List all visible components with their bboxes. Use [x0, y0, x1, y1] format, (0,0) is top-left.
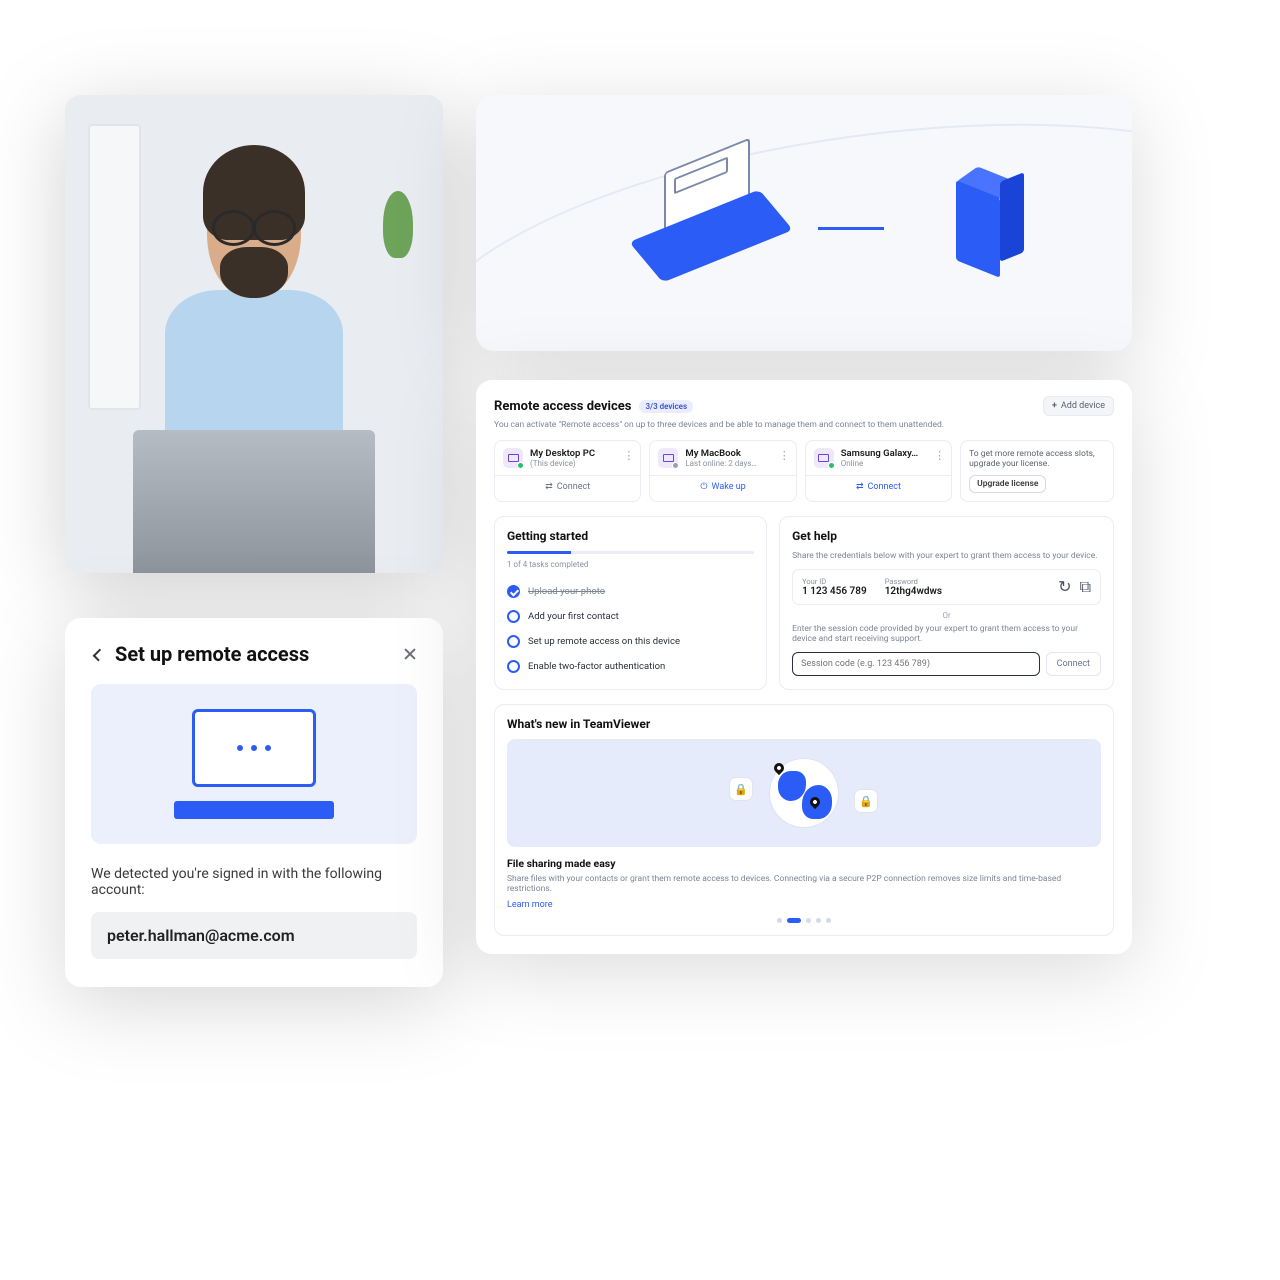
- connect-button[interactable]: Connect: [1046, 652, 1101, 676]
- wake-up-button[interactable]: ⏻ Wake up: [650, 475, 795, 498]
- upgrade-upsell: To get more remote access slots, upgrade…: [960, 440, 1114, 502]
- lock-chip-icon: 🔒: [854, 789, 878, 813]
- circle-icon: [507, 610, 520, 623]
- detected-account-text: We detected you're signed in with the fo…: [91, 866, 417, 898]
- laptop-illustration: [91, 684, 417, 844]
- device-card: My MacBook Last online: 2 days… ⋮ ⏻ Wake…: [649, 440, 796, 502]
- dashboard-panel: Remote access devices 3/3 devices + Add …: [476, 380, 1132, 954]
- close-icon[interactable]: [403, 647, 417, 661]
- more-icon[interactable]: ⋮: [934, 449, 945, 462]
- laptop-icon: [646, 165, 786, 275]
- getting-started-panel: Getting started 1 of 4 tasks completed U…: [494, 516, 767, 690]
- back-icon[interactable]: [91, 648, 103, 660]
- desktop-icon: [503, 448, 523, 468]
- mobile-icon: [814, 448, 834, 468]
- session-code-input[interactable]: [792, 652, 1040, 676]
- plus-icon: +: [1052, 401, 1057, 411]
- task-item[interactable]: Add your first contact: [507, 604, 754, 629]
- desktop-icon: [658, 448, 678, 468]
- copy-icon[interactable]: ⧉: [1080, 577, 1091, 597]
- get-help-panel: Get help Share the credentials below wit…: [779, 516, 1114, 690]
- setup-remote-access-modal: Set up remote access We detected you're …: [65, 618, 443, 987]
- your-id-value: 1 123 456 789: [802, 586, 867, 597]
- device-card: My Desktop PC (This device) ⋮ ⇄ Connect: [494, 440, 641, 502]
- hero-illustration: [476, 95, 1132, 351]
- refresh-icon[interactable]: ↻: [1058, 577, 1071, 597]
- device-card: Samsung Galaxy… Online ⋮ ⇄ Connect: [805, 440, 952, 502]
- power-icon: ⏻: [700, 482, 707, 492]
- more-icon[interactable]: ⋮: [779, 449, 790, 462]
- devices-heading: Remote access devices 3/3 devices: [494, 399, 693, 414]
- learn-more-link[interactable]: Learn more: [507, 900, 1101, 910]
- devices-subtitle: You can activate "Remote access" on up t…: [494, 420, 1114, 430]
- modal-title: Set up remote access: [115, 642, 309, 666]
- swap-icon: ⇄: [545, 482, 553, 492]
- connect-button[interactable]: ⇄ Connect: [495, 475, 640, 498]
- password-value: 12thg4wdws: [885, 586, 942, 597]
- server-icon: [956, 177, 1020, 277]
- account-email: peter.hallman@acme.com: [91, 912, 417, 959]
- upgrade-license-button[interactable]: Upgrade license: [969, 475, 1046, 493]
- connection-line-icon: [818, 227, 928, 230]
- task-item[interactable]: Upload your photo: [507, 579, 754, 604]
- credentials-box: Your ID 1 123 456 789 Password 12thg4wdw…: [792, 569, 1101, 605]
- add-device-button[interactable]: + Add device: [1043, 396, 1114, 416]
- lock-chip-icon: 🔒: [729, 777, 753, 801]
- check-icon: [507, 585, 520, 598]
- circle-icon: [507, 635, 520, 648]
- whats-new-illustration: 🔒 🔒: [507, 739, 1101, 847]
- device-count-badge: 3/3 devices: [639, 400, 693, 413]
- whats-new-panel: What's new in TeamViewer 🔒 🔒 File sharin…: [494, 704, 1114, 936]
- more-icon[interactable]: ⋮: [623, 449, 634, 462]
- circle-icon: [507, 660, 520, 673]
- swap-icon: ⇄: [856, 482, 864, 492]
- progress-bar: [507, 551, 754, 554]
- task-item[interactable]: Enable two-factor authentication: [507, 654, 754, 679]
- carousel-dots[interactable]: [507, 918, 1101, 923]
- task-item[interactable]: Set up remote access on this device: [507, 629, 754, 654]
- marketing-photo: [65, 95, 443, 573]
- connect-button[interactable]: ⇄ Connect: [806, 475, 951, 498]
